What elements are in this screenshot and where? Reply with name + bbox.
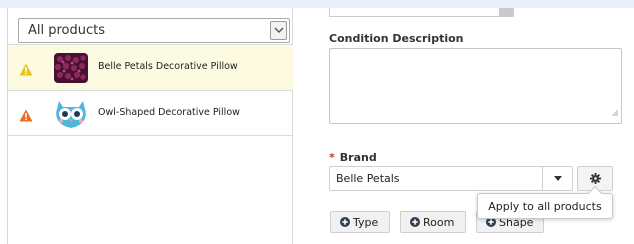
purple-pillow-thumbnail <box>51 51 91 85</box>
partial-field[interactable] <box>329 8 514 17</box>
product-details-form: Condition Description * Brand Belle Petal… <box>316 8 634 244</box>
product-row[interactable]: Belle Petals Decorative Pillow <box>8 44 293 90</box>
top-bar <box>0 0 634 8</box>
plus-circle-icon <box>340 217 350 230</box>
add-type-label: Type <box>353 216 379 229</box>
plus-circle-icon <box>410 217 420 230</box>
brand-label: * Brand <box>329 151 377 164</box>
warning-icon <box>19 61 33 80</box>
apply-to-all-tooltip: Apply to all products <box>477 185 613 219</box>
field-handle[interactable] <box>499 8 513 16</box>
warning-icon <box>19 107 33 126</box>
gear-icon <box>590 173 601 184</box>
resize-grip-icon[interactable] <box>611 101 618 120</box>
condition-description-textarea[interactable] <box>329 48 622 124</box>
brand-label-text: Brand <box>339 151 377 164</box>
chevron-down-icon[interactable] <box>270 21 287 40</box>
caret-down-icon[interactable] <box>542 167 572 190</box>
required-mark: * <box>329 151 335 164</box>
product-filter-select[interactable]: All products <box>18 18 290 43</box>
product-list-panel: All products Belle Petals Decorative Pil… <box>7 8 293 244</box>
product-list: Belle Petals Decorative Pillow Owl-Shape… <box>8 44 293 136</box>
add-room-button[interactable]: Room <box>400 211 466 233</box>
product-row[interactable]: Owl-Shaped Decorative Pillow <box>8 90 293 136</box>
owl-pillow-thumbnail <box>51 97 91 131</box>
brand-value: Belle Petals <box>336 172 400 185</box>
add-room-label: Room <box>423 216 455 229</box>
product-filter-value: All products <box>28 23 106 38</box>
condition-description-label: Condition Description <box>329 32 464 45</box>
add-type-button[interactable]: Type <box>330 211 390 233</box>
brand-select[interactable]: Belle Petals <box>329 166 573 191</box>
tooltip-text: Apply to all products <box>488 200 602 213</box>
product-name: Belle Petals Decorative Pillow <box>98 61 238 72</box>
product-name: Owl-Shaped Decorative Pillow <box>98 107 240 118</box>
